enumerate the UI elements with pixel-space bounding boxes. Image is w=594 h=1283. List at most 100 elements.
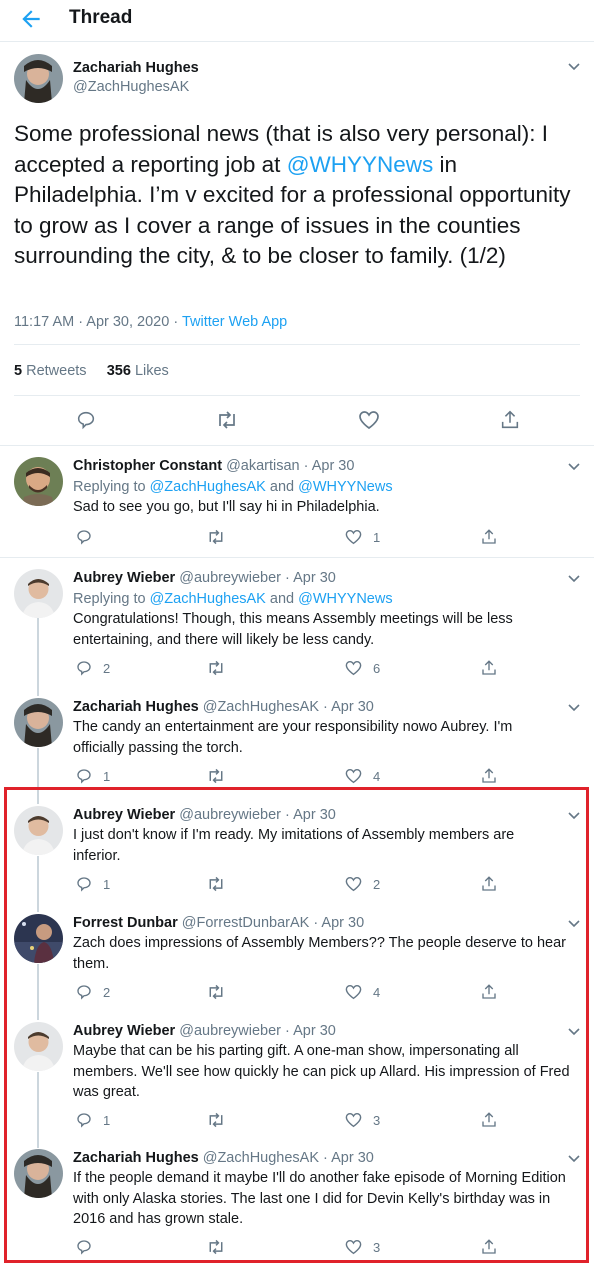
- reply-button[interactable]: 1: [75, 766, 110, 786]
- tweet-date[interactable]: · Apr 30: [300, 458, 355, 474]
- tweet-text: The candy an entertainment are your resp…: [73, 719, 513, 756]
- retweet-icon: [209, 660, 223, 676]
- like-button[interactable]: 3: [344, 1237, 380, 1257]
- retweet-icon: [209, 1112, 223, 1128]
- retweet-button[interactable]: [206, 1237, 226, 1257]
- author-name[interactable]: Aubrey Wieber: [73, 1023, 175, 1039]
- tweet-text: Some professional news (that is also ver…: [14, 121, 571, 268]
- share-button[interactable]: [480, 874, 498, 894]
- reply-icon: [77, 661, 91, 676]
- tweet-date[interactable]: · Apr 30: [319, 1150, 374, 1166]
- chevron-down-icon[interactable]: [566, 1150, 582, 1166]
- author-handle[interactable]: @ZachHughesAK: [203, 699, 319, 715]
- chevron-down-icon[interactable]: [566, 1023, 582, 1039]
- reply-button[interactable]: 2: [75, 982, 110, 1002]
- mention-link[interactable]: @ZachHughesAK: [150, 479, 266, 495]
- divider: [14, 395, 580, 396]
- chevron-down-icon[interactable]: [566, 807, 582, 823]
- like-icon: [345, 1112, 362, 1128]
- mention-link[interactable]: @ZachHughesAK: [150, 591, 266, 607]
- like-button[interactable]: 3: [344, 1110, 380, 1130]
- retweet-icon: [209, 984, 223, 1000]
- tweet-timestamp: 11:17 AM · Apr 30, 2020 · Twitter Web Ap…: [14, 314, 288, 330]
- retweet-icon: [209, 768, 223, 784]
- share-button[interactable]: [480, 658, 498, 678]
- reply-button[interactable]: 1: [75, 874, 110, 894]
- retweet-icon[interactable]: [215, 409, 239, 431]
- avatar[interactable]: [14, 569, 63, 618]
- author-name[interactable]: Aubrey Wieber: [73, 570, 175, 586]
- author-name[interactable]: Zachariah Hughes: [73, 1150, 199, 1166]
- share-button[interactable]: [480, 766, 498, 786]
- avatar[interactable]: [14, 914, 63, 963]
- share-button[interactable]: [480, 1110, 498, 1130]
- like-button[interactable]: 4: [344, 766, 380, 786]
- reply-icon: [77, 985, 91, 1000]
- retweet-button[interactable]: [206, 874, 226, 894]
- like-button[interactable]: 2: [344, 874, 380, 894]
- author-handle[interactable]: @aubreywieber: [179, 1023, 281, 1039]
- retweet-button[interactable]: [206, 766, 226, 786]
- retweet-button[interactable]: [206, 658, 226, 678]
- tweet-date[interactable]: · Apr 30: [281, 570, 336, 586]
- mention-link[interactable]: @WHYYNews: [298, 479, 392, 495]
- retweet-button[interactable]: [206, 527, 226, 547]
- top-bar: Thread: [0, 0, 594, 42]
- like-button[interactable]: 4: [344, 982, 380, 1002]
- tweet-text: Maybe that can be his parting gift. A on…: [73, 1043, 570, 1100]
- author-name[interactable]: Aubrey Wieber: [73, 807, 175, 823]
- share-button[interactable]: [480, 982, 498, 1002]
- share-icon: [482, 876, 496, 891]
- reply-button[interactable]: [75, 1237, 103, 1257]
- divider: [14, 344, 580, 345]
- chevron-down-icon[interactable]: [566, 458, 582, 474]
- author-handle[interactable]: @ZachHughesAK: [203, 1150, 319, 1166]
- avatar[interactable]: [14, 54, 63, 103]
- author-name[interactable]: Christopher Constant: [73, 458, 222, 474]
- chevron-down-icon[interactable]: [566, 570, 582, 586]
- avatar[interactable]: [14, 1022, 63, 1071]
- reply-icon[interactable]: [75, 409, 97, 431]
- share-button[interactable]: [480, 1237, 498, 1257]
- share-button[interactable]: [480, 527, 498, 547]
- avatar[interactable]: [14, 806, 63, 855]
- author-handle[interactable]: @ForrestDunbarAK: [182, 915, 310, 931]
- like-button[interactable]: 6: [344, 658, 380, 678]
- reply-icon: [77, 1240, 91, 1255]
- avatar[interactable]: [14, 457, 63, 506]
- author-handle[interactable]: @ZachHughesAK: [73, 77, 189, 97]
- reply-button[interactable]: 1: [75, 1110, 110, 1130]
- tweet-date[interactable]: · Apr 30: [281, 1023, 336, 1039]
- tweet-date[interactable]: · Apr 30: [281, 807, 336, 823]
- share-icon[interactable]: [499, 409, 521, 431]
- like-button[interactable]: 1: [344, 527, 380, 547]
- tweet-date[interactable]: · Apr 30: [309, 915, 364, 931]
- author-name[interactable]: Forrest Dunbar: [73, 915, 178, 931]
- tweet-date[interactable]: · Apr 30: [319, 699, 374, 715]
- mention-link[interactable]: @WHYYNews: [287, 152, 434, 177]
- avatar[interactable]: [14, 698, 63, 747]
- retweets-stat[interactable]: 5 Retweets: [14, 363, 87, 379]
- like-icon[interactable]: [357, 409, 381, 431]
- tweet-text: Congratulations! Though, this means Asse…: [73, 611, 513, 648]
- avatar[interactable]: [14, 1149, 63, 1198]
- author-name[interactable]: Zachariah Hughes: [73, 699, 199, 715]
- mention-link[interactable]: @WHYYNews: [298, 591, 392, 607]
- likes-stat[interactable]: 356 Likes: [107, 363, 169, 379]
- tweet-text: Sad to see you go, but I'll say hi in Ph…: [73, 499, 380, 515]
- thread-line: [37, 618, 39, 696]
- retweet-button[interactable]: [206, 982, 226, 1002]
- author-handle[interactable]: @akartisan: [226, 458, 300, 474]
- retweet-button[interactable]: [206, 1110, 226, 1130]
- author-name[interactable]: Zachariah Hughes: [73, 60, 199, 76]
- author-handle[interactable]: @aubreywieber: [179, 570, 281, 586]
- author-handle[interactable]: @aubreywieber: [179, 807, 281, 823]
- back-arrow-icon[interactable]: [18, 6, 44, 32]
- reply-button[interactable]: [75, 527, 103, 547]
- chevron-down-icon[interactable]: [566, 699, 582, 715]
- retweet-icon: [209, 876, 223, 892]
- chevron-down-icon[interactable]: [566, 58, 582, 74]
- chevron-down-icon[interactable]: [566, 915, 582, 931]
- source-link[interactable]: Twitter Web App: [182, 314, 287, 330]
- reply-button[interactable]: 2: [75, 658, 110, 678]
